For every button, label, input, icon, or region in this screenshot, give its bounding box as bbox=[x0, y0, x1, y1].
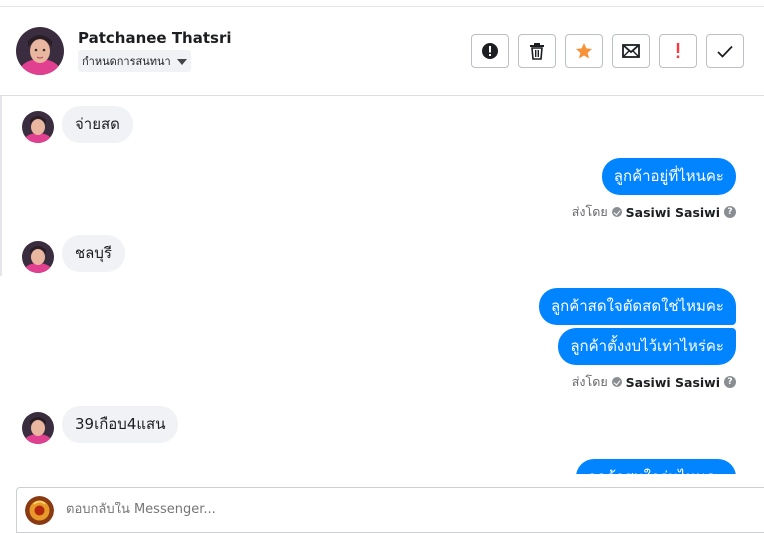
help-icon[interactable]: ? bbox=[724, 206, 736, 218]
sent-by-line: ส่งโดย Sasiwi Sasiwi ? bbox=[572, 372, 736, 392]
header-actions bbox=[471, 34, 744, 68]
report-spam-button[interactable] bbox=[471, 34, 509, 68]
delete-button[interactable] bbox=[518, 34, 556, 68]
contact-avatar-small bbox=[22, 412, 54, 444]
trash-icon bbox=[530, 43, 544, 60]
help-icon[interactable]: ? bbox=[724, 376, 736, 388]
reply-input[interactable] bbox=[66, 502, 666, 517]
incoming-message[interactable]: ชลบุรี bbox=[62, 235, 125, 272]
outgoing-message[interactable]: ลูกค้าตั้งงบไว้เท่าไหร่คะ bbox=[558, 328, 736, 365]
incoming-message[interactable]: 39เกือบ4แสน bbox=[62, 406, 179, 443]
outgoing-message[interactable]: ลูกค้าสดใจตัดสดใช่ไหมคะ bbox=[538, 288, 736, 325]
contact-name[interactable]: Patchanee Thatsri bbox=[78, 29, 232, 47]
label-dropdown-value: กำหนดการสนทนา bbox=[82, 55, 171, 68]
exclamation-icon bbox=[676, 43, 680, 59]
envelope-icon bbox=[622, 44, 640, 58]
conversation-header: Patchanee Thatsri กำหนดการสนทนา bbox=[0, 7, 764, 96]
outgoing-message[interactable]: ลูกค้าอยู่ที่ไหนคะ bbox=[601, 158, 736, 195]
sent-by-label: ส่งโดย bbox=[571, 374, 608, 389]
exclamation-circle-icon bbox=[482, 43, 498, 59]
window-top-border bbox=[0, 0, 764, 7]
conversation-label-dropdown[interactable]: กำหนดการสนทนา bbox=[78, 50, 191, 72]
star-button[interactable] bbox=[565, 34, 603, 68]
sender-name[interactable]: Sasiwi Sasiwi bbox=[626, 205, 720, 220]
outgoing-message[interactable]: ลูกค้าสนใจรุ่นไหนคะ bbox=[575, 459, 736, 474]
caret-down-icon bbox=[176, 59, 187, 65]
star-icon bbox=[576, 43, 592, 59]
mark-done-button[interactable] bbox=[706, 34, 744, 68]
checkmark-icon bbox=[717, 45, 733, 58]
contact-avatar[interactable] bbox=[16, 27, 64, 75]
sent-by-line: ส่งโดย Sasiwi Sasiwi ? bbox=[572, 202, 736, 222]
sent-by-label: ส่งโดย bbox=[571, 204, 608, 219]
verified-icon bbox=[611, 377, 622, 387]
page-avatar bbox=[25, 496, 54, 525]
verified-icon bbox=[611, 207, 622, 217]
follow-up-button[interactable] bbox=[659, 34, 697, 68]
reply-composer bbox=[16, 487, 764, 533]
contact-avatar-small bbox=[22, 111, 54, 143]
mark-unread-button[interactable] bbox=[612, 34, 650, 68]
message-thread[interactable]: จ่ายสด ลูกค้าอยู่ที่ไหนคะ ส่งโดย Sasiwi … bbox=[0, 96, 764, 474]
incoming-message[interactable]: จ่ายสด bbox=[62, 106, 133, 143]
sender-name[interactable]: Sasiwi Sasiwi bbox=[626, 375, 720, 390]
contact-avatar-small bbox=[22, 241, 54, 273]
